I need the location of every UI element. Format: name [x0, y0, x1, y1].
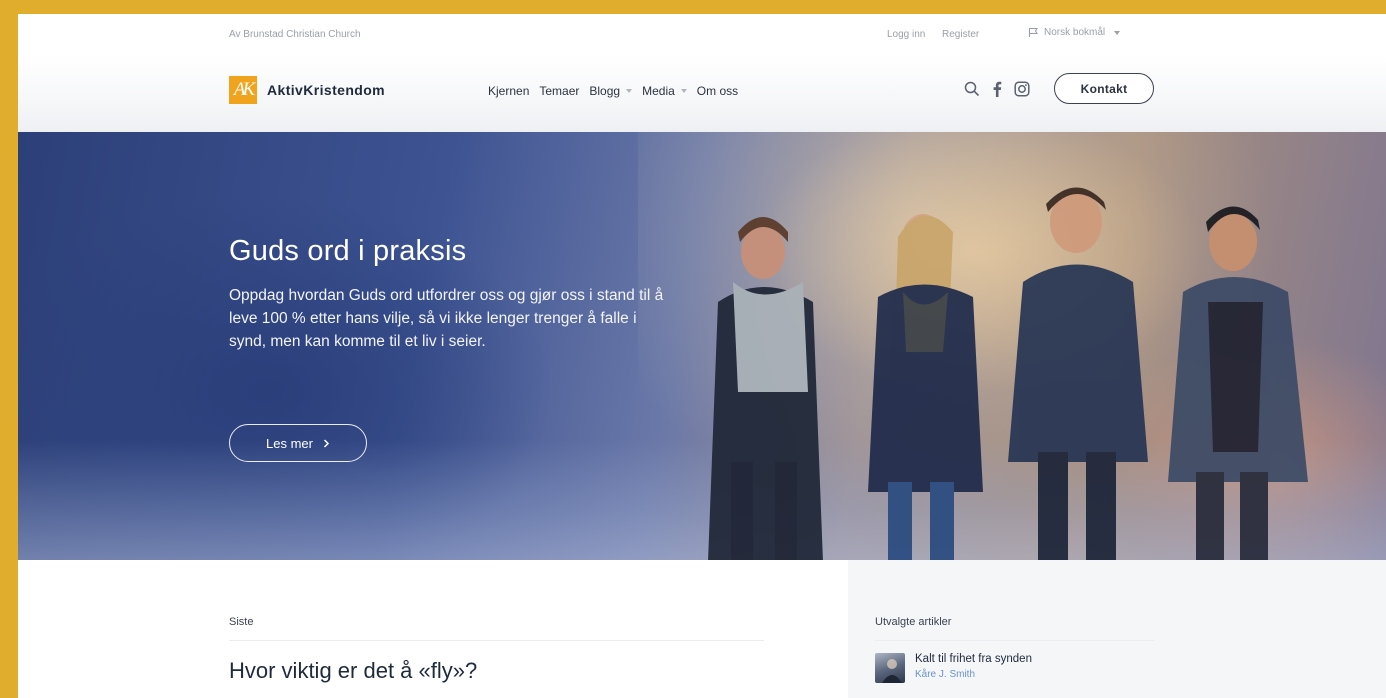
- read-more-button[interactable]: Les mer: [229, 424, 367, 462]
- language-selector[interactable]: Norsk bokmål: [1028, 27, 1121, 38]
- main-navigation: AK AktivKristendom Kjernen Temaer Blogg …: [18, 54, 1386, 132]
- chevron-down-icon: [680, 89, 687, 93]
- nav-icons: [964, 81, 1030, 97]
- facebook-icon[interactable]: [992, 81, 1002, 97]
- read-more-label: Les mer: [266, 435, 313, 451]
- church-link[interactable]: Av Brunstad Christian Church: [229, 29, 361, 40]
- section-label-latest: Siste: [229, 616, 254, 628]
- hero-banner: Guds ord i praksis Oppdag hvordan Guds o…: [18, 132, 1386, 560]
- featured-article-author[interactable]: Kåre J. Smith: [915, 669, 1032, 680]
- hero-title: Guds ord i praksis: [229, 235, 467, 267]
- utility-bar: Av Brunstad Christian Church Logg inn Re…: [18, 14, 1386, 54]
- featured-article-title: Kalt til frihet fra synden: [915, 653, 1032, 665]
- nav-item-label: Temaer: [539, 84, 580, 98]
- divider: [229, 640, 764, 641]
- latest-article-title[interactable]: Hvor viktig er det å «fly»?: [229, 658, 477, 684]
- featured-sidebar: Utvalgte artikler Kalt til frihet fra sy…: [848, 560, 1386, 698]
- nav-item-om-oss[interactable]: Om oss: [697, 84, 738, 98]
- nav-item-media[interactable]: Media: [642, 84, 687, 98]
- nav-item-blogg[interactable]: Blogg: [589, 84, 633, 98]
- login-link[interactable]: Logg inn: [887, 29, 925, 40]
- register-link[interactable]: Register: [942, 29, 979, 40]
- nav-item-label: Om oss: [696, 84, 739, 98]
- nav-item-label: Blogg: [589, 84, 621, 98]
- flag-icon: [1028, 27, 1039, 38]
- page: Av Brunstad Christian Church Logg inn Re…: [18, 14, 1386, 698]
- site-logo[interactable]: AK AktivKristendom: [229, 76, 385, 104]
- nav-item-label: Kjernen: [488, 84, 530, 98]
- chevron-right-icon: [323, 436, 330, 451]
- hero-description: Oppdag hvordan Guds ord utfordrer oss og…: [229, 287, 664, 350]
- hero-photo-people: [708, 187, 1308, 560]
- nav-item-temaer[interactable]: Temaer: [539, 84, 579, 98]
- chevron-down-icon: [626, 89, 633, 93]
- chevron-down-icon: [1114, 30, 1121, 35]
- content-area: Siste Hvor viktig er det å «fly»? Utvalg…: [18, 560, 1386, 698]
- instagram-icon[interactable]: [1014, 81, 1030, 97]
- nav-item-kjernen[interactable]: Kjernen: [488, 84, 529, 98]
- search-icon[interactable]: [964, 81, 980, 97]
- contact-button[interactable]: Kontakt: [1054, 73, 1154, 104]
- language-label: Norsk bokmål: [1044, 27, 1106, 38]
- nav-links: Kjernen Temaer Blogg Media Om oss: [488, 84, 738, 98]
- logo-mark: AK: [229, 76, 257, 104]
- divider: [875, 640, 1155, 641]
- section-label-featured: Utvalgte artikler: [875, 616, 952, 628]
- nav-item-label: Media: [642, 84, 675, 98]
- article-thumbnail: [875, 653, 905, 683]
- featured-article-item[interactable]: Kalt til frihet fra synden Kåre J. Smith: [875, 653, 1032, 683]
- logo-text: AktivKristendom: [267, 82, 386, 98]
